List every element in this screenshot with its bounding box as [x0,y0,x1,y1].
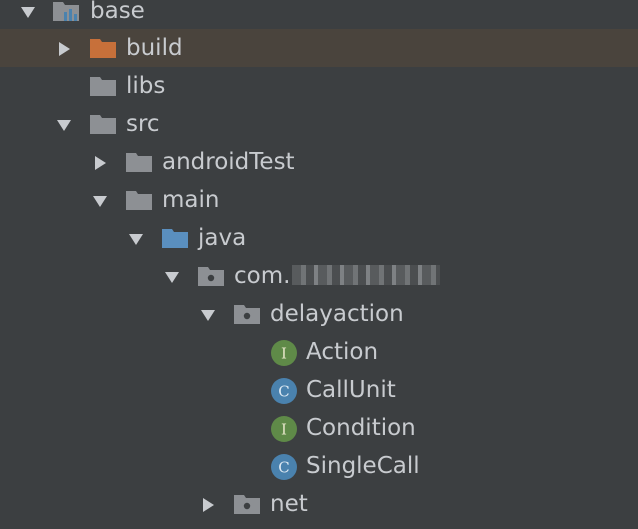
tree-node-label: CallUnit [306,377,396,403]
tree-node-condition[interactable]: I Condition [0,409,638,447]
folder-icon [89,75,117,97]
tree-node-label: src [126,111,160,137]
interface-icon: I [271,340,297,366]
tree-node-com-package[interactable]: com. [0,257,638,295]
redacted-package-name [292,264,441,285]
svg-text:I: I [281,421,287,439]
tree-node-src[interactable]: src [0,105,638,143]
class-icon: C [271,454,297,480]
project-tree: base build libs src androidTest main jav… [0,0,638,529]
tree-node-label: main [162,187,220,213]
tree-node-delayaction[interactable]: delayaction [0,295,638,333]
svg-text:C: C [278,383,289,401]
folder-icon [125,189,153,211]
tree-node-label: build [126,35,183,61]
expand-arrow-icon[interactable] [19,3,37,21]
tree-node-androidtest[interactable]: androidTest [0,143,638,181]
expand-arrow-icon[interactable] [163,268,181,286]
package-icon [233,303,261,325]
tree-node-label: SingleCall [306,453,420,479]
tree-node-base[interactable]: base [0,0,638,30]
tree-node-libs[interactable]: libs [0,67,638,105]
tree-node-callunit[interactable]: C CallUnit [0,371,638,409]
tree-node-label: libs [126,73,166,99]
tree-node-action[interactable]: I Action [0,333,638,371]
folder-icon [125,151,153,173]
tree-node-label: Condition [306,415,416,441]
tree-node-main[interactable]: main [0,181,638,219]
tree-node-label: Action [306,339,379,365]
expand-arrow-icon[interactable] [55,116,73,134]
interface-icon: I [271,416,297,442]
tree-node-label: net [270,491,308,517]
folder-icon [89,113,117,135]
module-icon [52,0,80,22]
tree-node-label: base [90,0,145,24]
collapse-arrow-icon[interactable] [91,154,109,172]
tree-node-label: delayaction [270,301,404,327]
source-folder-icon [161,227,189,249]
collapse-arrow-icon[interactable] [55,40,73,58]
tree-node-label: java [198,225,247,251]
expand-arrow-icon[interactable] [127,230,145,248]
tree-node-label: androidTest [162,149,295,175]
expand-arrow-icon[interactable] [199,306,217,324]
svg-text:C: C [278,459,289,477]
collapse-arrow-icon[interactable] [199,496,217,514]
svg-text:I: I [281,345,287,363]
tree-node-build[interactable]: build [0,29,638,67]
expand-arrow-icon[interactable] [91,192,109,210]
excluded-folder-icon [89,37,117,59]
tree-node-singlecall[interactable]: C SingleCall [0,447,638,485]
package-name-prefix: com. [234,263,291,289]
package-icon [233,493,261,515]
tree-node-label: com. [234,259,441,293]
tree-node-net[interactable]: net [0,485,638,523]
package-icon [197,265,225,287]
class-icon: C [271,378,297,404]
tree-node-java[interactable]: java [0,219,638,257]
